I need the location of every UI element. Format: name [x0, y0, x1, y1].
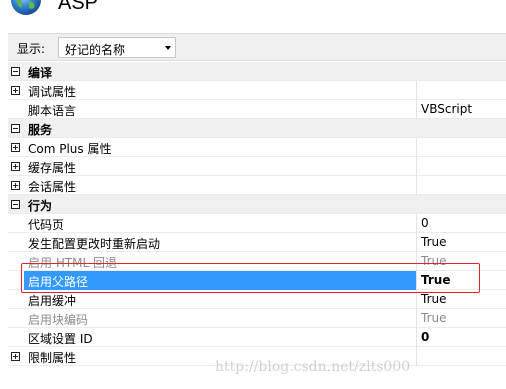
expand-icon[interactable] — [11, 181, 20, 190]
display-mode-select[interactable]: 好记的名称 — [58, 37, 176, 58]
collapse-icon[interactable] — [11, 200, 20, 209]
column-divider — [416, 176, 417, 195]
column-divider — [416, 233, 417, 252]
column-divider — [416, 138, 417, 157]
expand-icon[interactable] — [11, 143, 20, 152]
property-group-row[interactable]: 会话属性 — [8, 176, 506, 195]
property-value[interactable]: 0 — [421, 330, 429, 344]
property-grid: 编译调试属性脚本语言 VBScript 服务 Com Plus 属性 缓存属性会话属性行… — [8, 62, 506, 389]
property-category[interactable]: 编译 — [8, 62, 506, 81]
property-group-row[interactable]: Com Plus 属性 — [8, 138, 506, 157]
display-mode-value: 好记的名称 — [65, 43, 126, 57]
highlight-annotation — [21, 263, 480, 293]
expand-icon[interactable] — [11, 86, 20, 95]
display-label: 显示: — [17, 42, 46, 56]
property-value[interactable]: True — [421, 311, 447, 325]
property-row[interactable]: 脚本语言 VBScript — [8, 100, 506, 119]
column-divider — [416, 347, 417, 366]
property-row[interactable]: 代码页 0 — [8, 214, 506, 233]
column-divider — [416, 309, 417, 328]
collapse-icon[interactable] — [11, 124, 20, 133]
column-divider — [416, 81, 417, 100]
column-divider — [416, 328, 417, 347]
property-name: 调试属性 — [28, 85, 77, 99]
property-row[interactable]: 发生配置更改时重新启动 True — [8, 233, 506, 252]
property-name: 启用块编码 — [28, 313, 89, 327]
expand-icon[interactable] — [11, 352, 20, 361]
page-header: ASP — [0, 0, 506, 30]
property-name: 区域设置 ID — [28, 332, 93, 346]
property-value[interactable]: True — [421, 235, 447, 249]
property-value[interactable]: VBScript — [421, 102, 472, 116]
property-group-row[interactable]: 调试属性 — [8, 81, 506, 100]
watermark: http://blog.csdn.net/zlts000 — [215, 359, 411, 375]
property-name: 编译 — [28, 66, 53, 80]
expand-icon[interactable] — [11, 162, 20, 171]
property-name: 限制属性 — [28, 351, 77, 365]
property-row[interactable]: 区域设置 ID 0 — [8, 328, 506, 347]
property-name: 服务 — [28, 123, 53, 137]
page-title: ASP — [58, 0, 99, 14]
property-name: 启用缓冲 — [28, 294, 77, 308]
property-category[interactable]: 行为 — [8, 195, 506, 214]
column-divider — [416, 214, 417, 233]
property-name: 发生配置更改时重新启动 — [28, 237, 161, 251]
property-name: 会话属性 — [28, 180, 77, 194]
property-name: Com Plus 属性 — [28, 142, 112, 156]
property-name: 脚本语言 — [28, 104, 77, 118]
property-value[interactable]: 0 — [421, 216, 429, 230]
property-category[interactable]: 服务 — [8, 119, 506, 138]
column-divider — [416, 157, 417, 176]
property-row[interactable]: 启用块编码 True — [8, 309, 506, 328]
globe-icon — [11, 0, 41, 15]
property-value[interactable]: True — [421, 292, 447, 306]
property-name: 缓存属性 — [28, 161, 77, 175]
iis-asp-feature-page: ASP 显示: 好记的名称 编译调试属性脚本语言 VBScript 服务 Com Pl… — [0, 0, 506, 389]
property-name: 行为 — [28, 199, 53, 213]
collapse-icon[interactable] — [11, 67, 20, 76]
column-divider — [416, 100, 417, 119]
chevron-down-icon — [165, 46, 171, 50]
property-name: 代码页 — [28, 218, 65, 232]
display-toolbar: 显示: 好记的名称 — [8, 33, 506, 61]
property-group-row[interactable]: 缓存属性 — [8, 157, 506, 176]
